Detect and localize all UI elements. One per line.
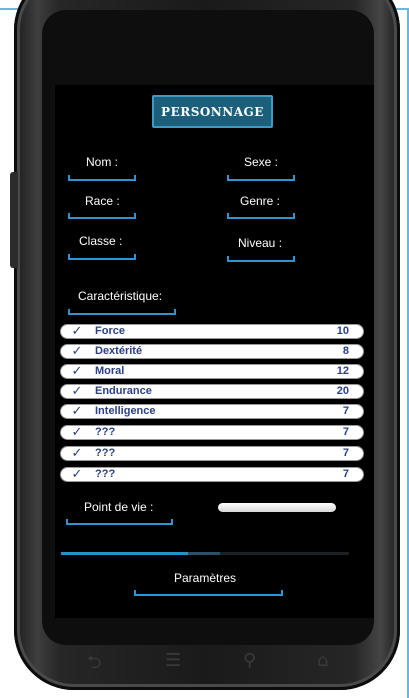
classe-label: Classe : bbox=[79, 234, 123, 248]
checkmark-icon: ✓ bbox=[71, 467, 83, 482]
stat-name: Endurance bbox=[95, 385, 152, 397]
progress-buffer bbox=[188, 552, 220, 555]
checkmark-icon: ✓ bbox=[71, 384, 83, 399]
genre-field[interactable] bbox=[227, 213, 295, 219]
stat-row-unknown-3[interactable]: ✓ ??? 7 bbox=[60, 467, 364, 482]
stat-name: Intelligence bbox=[95, 405, 156, 417]
stat-row-unknown-2[interactable]: ✓ ??? 7 bbox=[60, 446, 364, 461]
stat-value: 7 bbox=[342, 405, 349, 417]
stat-name: ??? bbox=[95, 426, 116, 438]
health-bar bbox=[218, 503, 336, 512]
checkmark-icon: ✓ bbox=[71, 404, 83, 419]
stat-row-force[interactable]: ✓ Force 10 bbox=[60, 324, 364, 339]
personnage-title-button[interactable]: PERSONNAGE bbox=[152, 95, 273, 128]
stat-value: 7 bbox=[342, 447, 349, 459]
classe-field[interactable] bbox=[68, 254, 136, 260]
progress-track bbox=[61, 552, 349, 555]
caracteristique-label: Caractéristique: bbox=[78, 289, 163, 303]
stat-value: 7 bbox=[342, 468, 349, 480]
checkmark-icon: ✓ bbox=[71, 344, 83, 359]
race-field[interactable] bbox=[68, 213, 136, 219]
stat-value: 20 bbox=[336, 385, 349, 397]
stat-name: ??? bbox=[95, 468, 116, 480]
nom-field[interactable] bbox=[68, 175, 136, 181]
menu-icon[interactable]: ☰ bbox=[165, 650, 181, 671]
genre-label: Genre : bbox=[240, 194, 281, 208]
point-de-vie-label: Point de vie : bbox=[84, 500, 154, 514]
point-de-vie-field[interactable] bbox=[66, 519, 173, 525]
search-icon[interactable]: ⚲ bbox=[243, 650, 256, 671]
stat-name: ??? bbox=[95, 447, 116, 459]
race-label: Race : bbox=[85, 194, 120, 208]
stat-name: Dextérité bbox=[95, 345, 143, 357]
niveau-field[interactable] bbox=[227, 256, 295, 262]
sexe-field[interactable] bbox=[227, 175, 295, 181]
nom-label: Nom : bbox=[86, 155, 119, 169]
stat-row-dexterite[interactable]: ✓ Dextérité 8 bbox=[60, 344, 364, 359]
stat-name: Moral bbox=[95, 365, 125, 377]
home-icon[interactable]: ⌂ bbox=[317, 650, 328, 671]
stat-value: 10 bbox=[336, 325, 349, 337]
sexe-label: Sexe : bbox=[244, 155, 279, 169]
stat-value: 8 bbox=[342, 345, 349, 357]
stat-value: 7 bbox=[342, 426, 349, 438]
stat-row-endurance[interactable]: ✓ Endurance 20 bbox=[60, 384, 364, 399]
stat-row-intelligence[interactable]: ✓ Intelligence 7 bbox=[60, 404, 364, 419]
stat-value: 12 bbox=[336, 365, 349, 377]
stat-row-moral[interactable]: ✓ Moral 12 bbox=[60, 364, 364, 379]
parametres-button[interactable] bbox=[134, 590, 283, 596]
checkmark-icon: ✓ bbox=[71, 324, 83, 339]
checkmark-icon: ✓ bbox=[71, 446, 83, 461]
caracteristique-field[interactable] bbox=[68, 309, 176, 315]
niveau-label: Niveau : bbox=[238, 236, 283, 250]
stat-name: Force bbox=[95, 325, 125, 337]
stat-row-unknown-1[interactable]: ✓ ??? 7 bbox=[60, 425, 364, 440]
parametres-label: Paramètres bbox=[174, 571, 237, 585]
back-icon[interactable]: ⮌ bbox=[87, 650, 101, 680]
checkmark-icon: ✓ bbox=[71, 425, 83, 440]
progress-fill bbox=[61, 552, 188, 555]
checkmark-icon: ✓ bbox=[71, 364, 83, 379]
volume-button[interactable] bbox=[10, 172, 18, 268]
